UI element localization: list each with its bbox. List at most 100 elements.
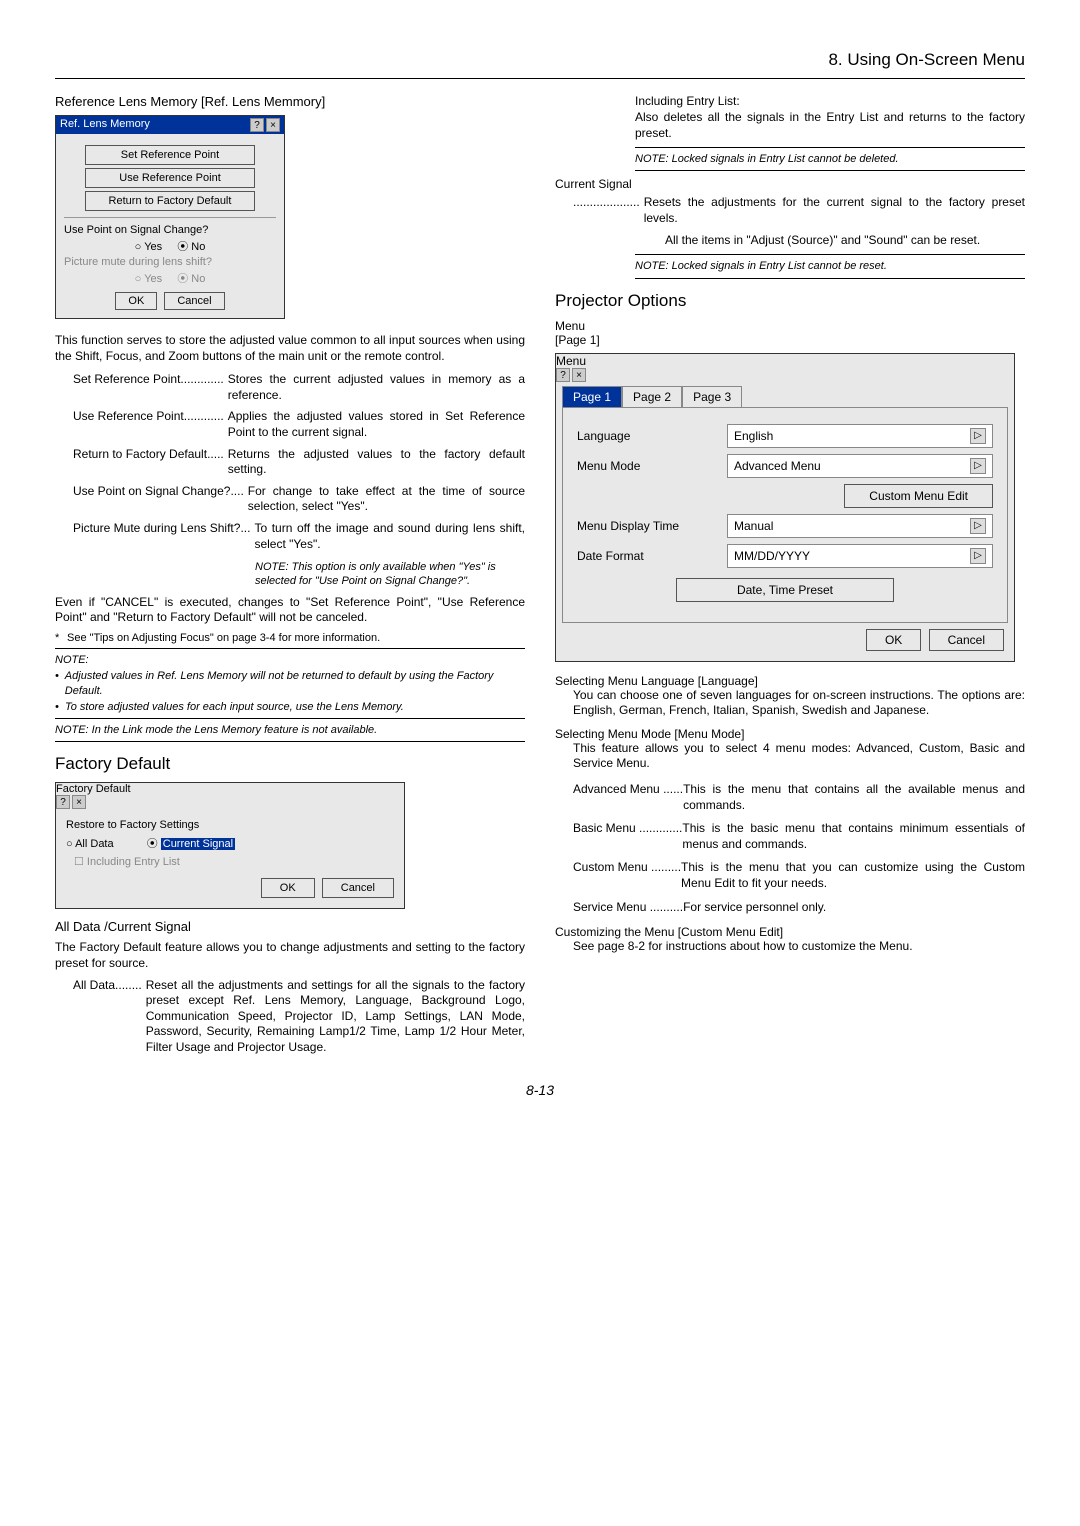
def-term: Advanced Menu ......	[573, 782, 683, 813]
page-number: 8-13	[55, 1082, 1025, 1098]
date-time-preset-button[interactable]: Date, Time Preset	[676, 578, 894, 602]
all-data-radio[interactable]: ○ All Data	[66, 838, 114, 850]
ok-button[interactable]: OK	[261, 878, 315, 898]
including-entry-heading: Including Entry List:	[635, 94, 1025, 108]
def-desc: Returns the adjusted values to the facto…	[224, 447, 525, 478]
date-format-label: Date Format	[577, 549, 727, 563]
def-term: Return to Factory Default	[73, 447, 207, 478]
asterisk-note: See "Tips on Adjusting Focus" on page 3-…	[67, 632, 380, 644]
dialog-titlebar: Ref. Lens Memory ? ×	[56, 116, 284, 134]
customize-heading: Customizing the Menu [Custom Menu Edit]	[555, 925, 1025, 939]
tab-page3[interactable]: Page 3	[682, 386, 742, 407]
factory-default-heading: Factory Default	[55, 754, 525, 774]
chevron-right-icon: ▷	[970, 518, 986, 534]
def-term: Service Menu ..........	[573, 900, 683, 916]
def-desc: For service personnel only.	[683, 900, 1025, 916]
locked-reset-note: NOTE: Locked signals in Entry List canno…	[635, 259, 1025, 273]
cancel-note: Even if "CANCEL" is executed, changes to…	[55, 595, 525, 626]
language-label: Language	[577, 429, 727, 443]
sel-mode-heading: Selecting Menu Mode [Menu Mode]	[555, 727, 1025, 741]
close-icon[interactable]: ×	[72, 795, 86, 809]
left-column: Reference Lens Memory [Ref. Lens Memmory…	[55, 94, 525, 1062]
ref-lens-heading: Reference Lens Memory [Ref. Lens Memmory…	[55, 94, 525, 109]
close-icon[interactable]: ×	[572, 368, 586, 382]
cancel-button[interactable]: Cancel	[322, 878, 394, 898]
dialog-titlebar: Menu ? ×	[556, 354, 1014, 382]
ref-lens-dialog: Ref. Lens Memory ? × Set Reference Point…	[55, 115, 285, 319]
chevron-right-icon: ▷	[970, 548, 986, 564]
projector-options-heading: Projector Options	[555, 291, 1025, 311]
chevron-right-icon: ▷	[970, 428, 986, 444]
restore-label: Restore to Factory Settings	[66, 819, 394, 831]
factory-default-dialog: Factory Default ? × Restore to Factory S…	[55, 782, 405, 909]
current-signal-heading: Current Signal	[555, 177, 1025, 191]
display-time-label: Menu Display Time	[577, 519, 727, 533]
set-ref-button[interactable]: Set Reference Point	[85, 145, 255, 165]
ok-button[interactable]: OK	[866, 629, 921, 651]
def-term: Use Reference Point	[73, 409, 184, 440]
factory-desc: The Factory Default feature allows you t…	[55, 940, 525, 971]
def-desc: Stores the current adjusted values in me…	[224, 372, 525, 403]
sel-lang-desc: You can choose one of seven languages fo…	[573, 688, 1025, 719]
def-term: All Data	[73, 978, 115, 1056]
def-desc: This is the menu that you can customize …	[681, 860, 1025, 891]
use-point-question: Use Point on Signal Change?	[64, 224, 276, 236]
use-point-no-radio[interactable]: ⦿ No	[177, 241, 205, 253]
picture-mute-question: Picture mute during lens shift?	[64, 256, 276, 268]
def-desc: Reset all the adjustments and settings f…	[142, 978, 525, 1056]
def-term: Custom Menu .........	[573, 860, 681, 891]
display-time-select[interactable]: Manual▷	[727, 514, 993, 538]
note-bullet: Adjusted values in Ref. Lens Memory will…	[65, 669, 525, 698]
def-desc: This is the menu that contains all the a…	[683, 782, 1025, 813]
language-select[interactable]: English▷	[727, 424, 993, 448]
option-note: NOTE: This option is only available when…	[255, 560, 525, 589]
date-format-select[interactable]: MM/DD/YYYY▷	[727, 544, 993, 568]
tab-page2[interactable]: Page 2	[622, 386, 682, 407]
help-icon[interactable]: ?	[556, 368, 570, 382]
current-signal-radio[interactable]: ⦿ Current Signal	[147, 835, 235, 851]
def-term: Set Reference Point	[73, 372, 180, 403]
including-entry-checkbox: ☐ Including Entry List	[74, 855, 394, 868]
def-term: Use Point on Signal Change?	[73, 484, 230, 515]
def-desc: To turn off the image and sound during l…	[250, 521, 525, 552]
dialog-title: Menu	[556, 354, 586, 368]
link-mode-note: NOTE: In the Link mode the Lens Memory f…	[55, 723, 525, 737]
dialog-title: Factory Default	[56, 783, 131, 795]
menu-mode-select[interactable]: Advanced Menu▷	[727, 454, 993, 478]
sel-mode-desc: This feature allows you to select 4 menu…	[573, 741, 1025, 772]
ref-lens-description: This function serves to store the adjust…	[55, 333, 525, 364]
help-icon[interactable]: ?	[250, 118, 264, 132]
def-desc: For change to take effect at the time of…	[244, 484, 525, 515]
close-icon[interactable]: ×	[266, 118, 280, 132]
right-column: Including Entry List: Also deletes all t…	[555, 94, 1025, 1062]
tab-page1[interactable]: Page 1	[562, 386, 622, 407]
def-term: Basic Menu .............	[573, 821, 682, 852]
page-header: 8. Using On-Screen Menu	[55, 50, 1025, 79]
dialog-title: Ref. Lens Memory	[60, 118, 150, 132]
use-ref-button[interactable]: Use Reference Point	[85, 168, 255, 188]
reset-desc-2: All the items in "Adjust (Source)" and "…	[665, 233, 1025, 249]
mute-yes-radio: ○ Yes	[135, 273, 162, 285]
including-entry-desc: Also deletes all the signals in the Entr…	[635, 110, 1025, 141]
cancel-button[interactable]: Cancel	[164, 292, 224, 310]
note-bullet: To store adjusted values for each input …	[65, 700, 404, 714]
return-default-button[interactable]: Return to Factory Default	[85, 191, 255, 211]
all-data-heading: All Data /Current Signal	[55, 919, 525, 934]
menu-mode-label: Menu Mode	[577, 459, 727, 473]
menu-label: Menu	[555, 319, 1025, 333]
custom-menu-edit-button[interactable]: Custom Menu Edit	[844, 484, 993, 508]
page-label: [Page 1]	[555, 333, 1025, 347]
menu-dialog: Menu ? × Page 1 Page 2 Page 3 Language E…	[555, 353, 1015, 662]
locked-delete-note: NOTE: Locked signals in Entry List canno…	[635, 152, 1025, 166]
note-label: NOTE:	[55, 653, 525, 667]
customize-desc: See page 8-2 for instructions about how …	[573, 939, 1025, 955]
reset-desc: Resets the adjustments for the current s…	[640, 195, 1025, 226]
ok-button[interactable]: OK	[115, 292, 157, 310]
help-icon[interactable]: ?	[56, 795, 70, 809]
def-term: Picture Mute during Lens Shift?	[73, 521, 240, 552]
def-desc: This is the basic menu that contains min…	[682, 821, 1025, 852]
dialog-titlebar: Factory Default ? ×	[56, 783, 404, 809]
use-point-yes-radio[interactable]: ○ Yes	[135, 241, 162, 253]
chevron-right-icon: ▷	[970, 458, 986, 474]
cancel-button[interactable]: Cancel	[929, 629, 1004, 651]
